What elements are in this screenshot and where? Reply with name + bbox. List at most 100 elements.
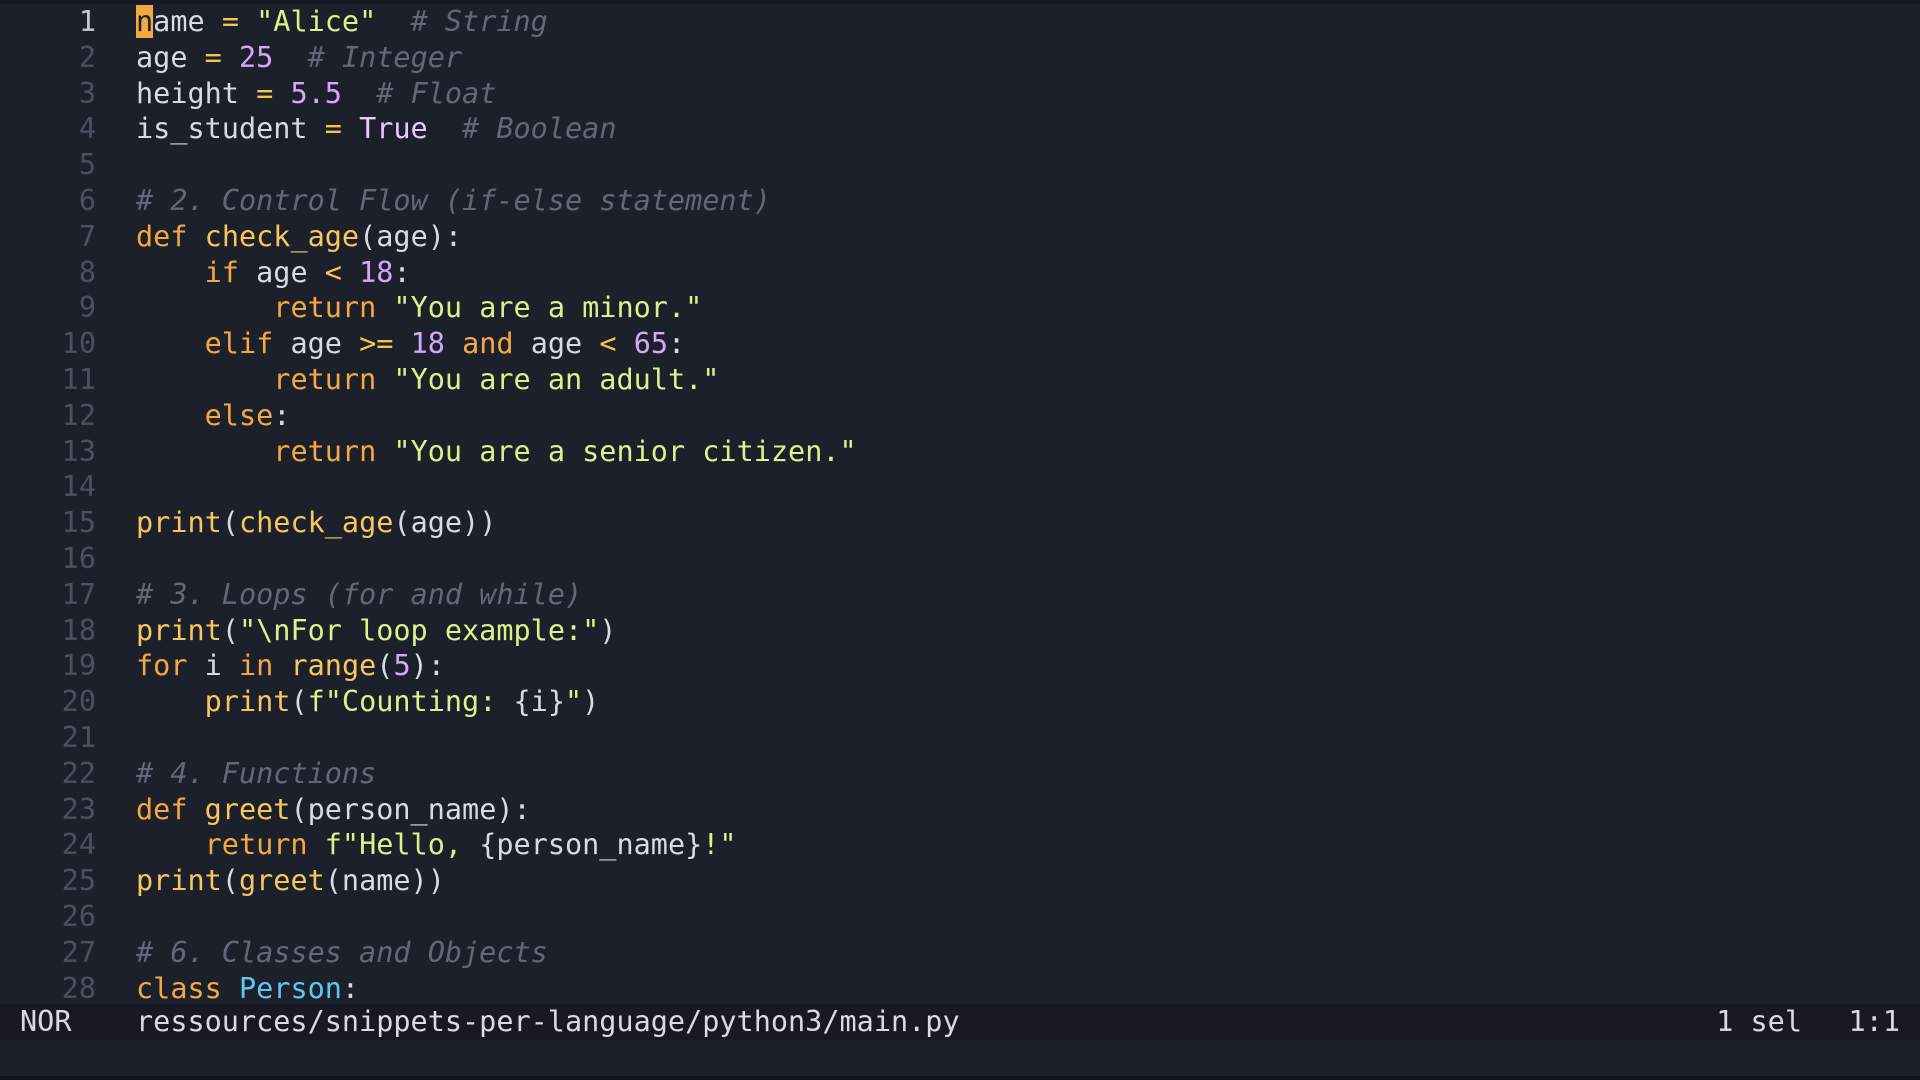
- code-token: (: [376, 649, 394, 683]
- line-number: 11: [61, 363, 96, 396]
- mode-indicator: NOR: [20, 1005, 72, 1038]
- line-code[interactable]: else:: [136, 398, 291, 434]
- line-number: 20: [61, 685, 96, 719]
- code-line[interactable]: 6 # 2. Control Flow (if-else statement): [0, 183, 771, 219]
- line-code[interactable]: print(greet(name)): [136, 863, 445, 899]
- code-token: print: [204, 685, 291, 719]
- code-token: =: [204, 5, 257, 38]
- code-line[interactable]: 1 name = "Alice" # String: [0, 4, 548, 40]
- line-code[interactable]: return "You are a minor.": [136, 290, 702, 326]
- line-code[interactable]: return "You are a senior citizen.": [136, 434, 857, 470]
- code-token: Person: [238, 971, 342, 1005]
- code-line[interactable]: 11 return "You are an adult.": [0, 362, 720, 398]
- line-number: 1: [78, 5, 96, 38]
- code-token: 5.5: [290, 76, 342, 110]
- code-token: and: [462, 327, 514, 361]
- line-code[interactable]: age = 25 # Integer: [136, 40, 462, 76]
- code-line[interactable]: 9 return "You are a minor.": [0, 290, 702, 326]
- code-token: ): [582, 685, 600, 719]
- code-token: range: [290, 649, 377, 683]
- code-token: f"Hello,: [324, 828, 480, 862]
- command-line[interactable]: [0, 1040, 1920, 1076]
- code-token: print: [136, 613, 222, 647]
- code-token: {i}: [513, 685, 565, 719]
- line-code[interactable]: if age < 18:: [136, 255, 411, 291]
- line-code[interactable]: class Person:: [136, 971, 359, 1007]
- code-line[interactable]: 10 elif age >= 18 and age < 65:: [0, 326, 686, 362]
- code-token: check_age: [204, 219, 360, 253]
- code-token: (: [290, 685, 308, 719]
- line-code[interactable]: name = "Alice" # String: [136, 4, 548, 40]
- code-token: :: [393, 255, 411, 289]
- code-token: 18: [410, 327, 445, 361]
- code-line[interactable]: 5: [0, 147, 96, 183]
- code-token: print: [136, 506, 222, 540]
- code-token: is_student: [136, 112, 308, 146]
- line-code[interactable]: print(f"Counting: {i}"): [136, 684, 600, 720]
- code-line[interactable]: 22 # 4. Functions: [0, 756, 377, 792]
- code-token: !": [702, 828, 737, 862]
- code-editor[interactable]: 1 name = "Alice" # String 2 age = 25 # Inte…: [0, 4, 1920, 1007]
- code-line[interactable]: 15 print(check_age(age)): [0, 505, 497, 541]
- code-token: greet: [238, 864, 325, 898]
- code-line[interactable]: 18 print("\nFor loop example:"): [0, 613, 617, 649]
- line-number: 10: [61, 327, 96, 361]
- line-code[interactable]: # 2. Control Flow (if-else statement): [136, 183, 771, 219]
- code-token: ": [565, 685, 583, 719]
- code-token: # String: [410, 5, 548, 38]
- line-code[interactable]: def check_age(age):: [136, 219, 462, 255]
- line-number: 21: [61, 721, 96, 754]
- line-code[interactable]: # 4. Functions: [136, 756, 376, 792]
- code-line[interactable]: 25 print(greet(name)): [0, 863, 445, 899]
- code-token: # 2. Control Flow (if-else statement): [136, 184, 771, 217]
- code-line[interactable]: 28 class Person:: [0, 971, 359, 1007]
- code-token: >=: [359, 327, 394, 361]
- code-token: for: [136, 649, 188, 683]
- code-line[interactable]: 13 return "You are a senior citizen.": [0, 434, 857, 470]
- code-line[interactable]: 20 print(f"Counting: {i}"): [0, 684, 600, 720]
- line-code[interactable]: print(check_age(age)): [136, 505, 496, 541]
- line-code[interactable]: elif age >= 18 and age < 65:: [136, 326, 686, 362]
- code-line[interactable]: 8 if age < 18:: [0, 255, 411, 291]
- code-line[interactable]: 23 def greet(person_name):: [0, 792, 531, 828]
- code-token: ):: [410, 649, 445, 683]
- code-line[interactable]: 16: [0, 541, 96, 577]
- code-token: :: [273, 398, 291, 432]
- line-code[interactable]: print("\nFor loop example:"): [136, 613, 616, 649]
- code-token: return: [273, 434, 377, 468]
- code-line[interactable]: 2 age = 25 # Integer: [0, 40, 462, 76]
- line-code[interactable]: for i in range(5):: [136, 648, 445, 684]
- line-code[interactable]: # 3. Loops (for and while): [136, 577, 582, 613]
- line-code[interactable]: is_student = True # Boolean: [136, 111, 616, 147]
- line-code[interactable]: height = 5.5 # Float: [136, 76, 496, 112]
- line-code[interactable]: return f"Hello, {person_name}!": [136, 827, 737, 863]
- line-number: 22: [61, 756, 96, 790]
- code-line[interactable]: 19 for i in range(5):: [0, 648, 445, 684]
- code-token: "You are a minor.": [393, 291, 703, 325]
- code-line[interactable]: 21: [0, 720, 96, 756]
- line-code[interactable]: return "You are an adult.": [136, 362, 719, 398]
- selection-count: 1 sel: [1716, 1005, 1802, 1038]
- code-line[interactable]: 27 # 6. Classes and Objects: [0, 935, 548, 971]
- code-line[interactable]: 3 height = 5.5 # Float: [0, 76, 497, 112]
- code-line[interactable]: 14: [0, 469, 96, 505]
- line-code[interactable]: def greet(person_name):: [136, 792, 531, 828]
- code-line[interactable]: 24 return f"Hello, {person_name}!": [0, 827, 737, 863]
- code-token: "You are a senior citizen.": [393, 434, 857, 468]
- line-code[interactable]: # 6. Classes and Objects: [136, 935, 548, 971]
- code-line[interactable]: 4 is_student = True # Boolean: [0, 111, 617, 147]
- code-line[interactable]: 7 def check_age(age):: [0, 219, 462, 255]
- line-number: 14: [61, 470, 96, 504]
- code-line[interactable]: 26: [0, 899, 96, 935]
- code-line[interactable]: 17 # 3. Loops (for and while): [0, 577, 582, 613]
- code-line[interactable]: 12 else:: [0, 398, 291, 434]
